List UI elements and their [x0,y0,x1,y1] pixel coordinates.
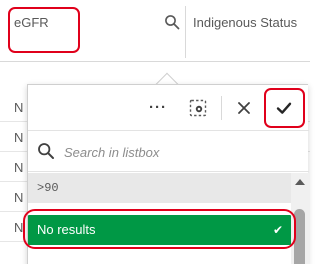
listbox-search [28,132,309,172]
lasso-select-icon[interactable] [188,98,208,118]
close-icon[interactable] [234,98,254,118]
row-cell: N [14,130,24,145]
column-search-icon[interactable] [164,14,180,30]
row-cell: N [14,100,24,115]
list-item-label: >90 [37,181,59,195]
annotation-highlight-egfr [8,7,80,53]
annotation-highlight-confirm [264,88,305,128]
toolbar-separator [221,96,222,120]
column-title-indigenous-status[interactable]: Indigenous Status [193,15,297,30]
listbox-search-input[interactable] [64,141,284,163]
screenshot-stage: eGFR Indigenous Status N N N N N ··· Sea… [0,0,310,264]
row-cell: N [14,160,24,175]
row-cell: N [14,220,24,235]
search-icon [37,142,55,160]
row-cell: N [14,190,24,205]
column-divider [185,6,186,58]
list-item-gt90[interactable]: >90 [28,173,291,203]
annotation-highlight-no-results [23,209,296,249]
more-horizontal-icon[interactable]: ··· [148,98,168,118]
scroll-up-arrow-icon[interactable] [295,179,305,185]
